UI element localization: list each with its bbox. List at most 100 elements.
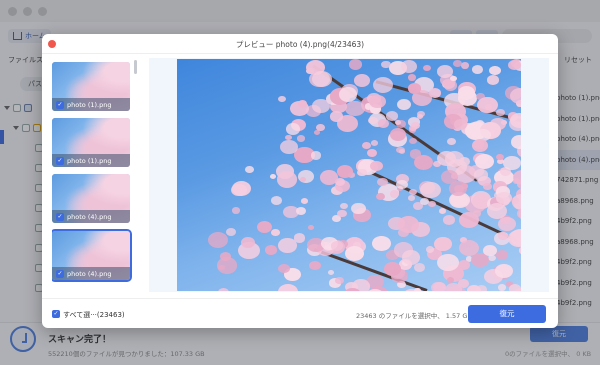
blossom-shape [434, 236, 452, 251]
blossom-shape [448, 181, 468, 196]
thumbnail-checkbox[interactable]: ✓ [56, 269, 64, 278]
blossom-shape [338, 87, 358, 102]
blossom-shape [295, 206, 307, 215]
blossom-shape [509, 87, 521, 104]
blossom-shape [459, 212, 480, 229]
blossom-shape [381, 60, 391, 68]
restore-button[interactable]: 復元 [468, 305, 546, 323]
blossom-shape [300, 197, 309, 204]
blossom-shape [489, 65, 502, 76]
blossom-shape [232, 207, 241, 214]
blossom-shape [496, 109, 505, 116]
blossom-shape [422, 64, 432, 72]
blossom-shape [471, 138, 489, 152]
blossom-shape [331, 241, 343, 251]
selection-info: 23463 のファイルを選択中、 1.57 GB [356, 312, 472, 320]
blossom-shape [417, 110, 426, 117]
blossom-shape [497, 283, 507, 291]
blossom-shape [277, 263, 290, 274]
blossom-shape [330, 111, 344, 122]
blossom-shape [409, 149, 422, 159]
thumbnail-item[interactable]: ✓ photo (4).png [52, 174, 130, 223]
blossom-shape [457, 260, 471, 271]
blossom-shape [367, 149, 378, 158]
blossom-shape [495, 264, 513, 279]
blossom-shape [401, 59, 417, 73]
blossom-shape [269, 173, 277, 179]
blossom-shape [307, 224, 315, 230]
thumbnail-checkbox[interactable]: ✓ [56, 212, 64, 221]
blossom-shape [370, 140, 378, 147]
blossom-shape [278, 283, 299, 291]
blossom-shape [508, 284, 521, 291]
modal-footer: ✓ すべて選···(23463) 23463 のファイルを選択中、 1.57 G… [42, 298, 558, 328]
blossom-shape [276, 171, 297, 188]
blossom-shape [390, 269, 408, 284]
blossom-shape [510, 113, 521, 129]
blossom-shape [319, 170, 339, 185]
blossom-shape [431, 281, 446, 291]
blossom-shape [477, 96, 498, 114]
blossom-shape [278, 95, 286, 102]
blossom-shape [354, 74, 371, 87]
blossom-shape [443, 215, 456, 225]
blossom-shape [511, 193, 521, 210]
blossom-shape [245, 166, 254, 174]
thumbnail-item-selected[interactable]: ✓ photo (4).png [52, 229, 132, 282]
blossom-shape [437, 253, 459, 271]
modal-header: プレビュー photo (4).png(4/23463) [42, 34, 558, 54]
thumbnail-checkbox[interactable]: ✓ [56, 156, 64, 165]
blossom-shape [413, 263, 425, 272]
blossom-shape [397, 216, 419, 234]
select-all-label[interactable]: すべて選···(23463) [63, 310, 125, 320]
preview-pane [149, 58, 549, 292]
blossom-shape [482, 245, 497, 256]
blossom-shape [443, 80, 458, 91]
blossom-shape [349, 59, 363, 70]
preview-image [177, 59, 521, 291]
blossom-shape [230, 183, 247, 197]
thumbnail-list: ✓ photo (1).png ✓ photo (1).png ✓ photo (4)… [52, 60, 132, 296]
blossom-shape [345, 245, 365, 261]
thumbnail-scrollbar[interactable] [134, 60, 137, 74]
blossom-shape [299, 177, 306, 183]
blossom-shape [264, 245, 277, 255]
blossom-shape [372, 76, 394, 93]
blossom-shape [327, 270, 334, 276]
blossom-shape [271, 229, 280, 236]
blossom-shape [217, 287, 230, 291]
blossom-shape [496, 191, 512, 204]
thumbnail-item[interactable]: ✓ photo (1).png [52, 118, 130, 167]
blossom-shape [408, 137, 417, 144]
thumbnail-name: photo (4).png [67, 212, 112, 221]
blossom-shape [208, 232, 229, 249]
thumbnail-checkbox[interactable]: ✓ [56, 100, 64, 109]
blossom-shape [452, 59, 463, 68]
blossom-shape [296, 135, 305, 142]
select-all-checkbox[interactable]: ✓ [52, 310, 60, 318]
blossom-shape [297, 100, 307, 108]
thumbnail-name: photo (4).png [67, 269, 112, 278]
blossom-shape [447, 138, 456, 146]
blossom-shape [316, 123, 325, 131]
blossom-shape [335, 277, 344, 285]
thumbnail-item[interactable]: ✓ photo (1).png [52, 62, 130, 111]
blossom-shape [278, 238, 297, 254]
blossom-shape [226, 228, 237, 237]
blossom-shape [377, 118, 390, 128]
preview-modal: プレビュー photo (4).png(4/23463) ✓ photo (1).… [42, 34, 558, 328]
blossom-shape [310, 151, 321, 160]
blossom-shape [311, 98, 331, 114]
blossom-shape [446, 276, 455, 283]
blossom-shape [339, 202, 349, 210]
blossom-shape [496, 250, 509, 260]
blossom-shape [357, 168, 368, 177]
blossom-shape [518, 245, 521, 256]
blossom-shape [476, 119, 484, 126]
blossom-shape [390, 190, 400, 198]
blossom-shape [414, 288, 421, 291]
blossom-shape [475, 154, 495, 170]
blossom-shape [407, 74, 416, 81]
blossom-shape [508, 229, 521, 248]
blossom-shape [351, 202, 366, 215]
